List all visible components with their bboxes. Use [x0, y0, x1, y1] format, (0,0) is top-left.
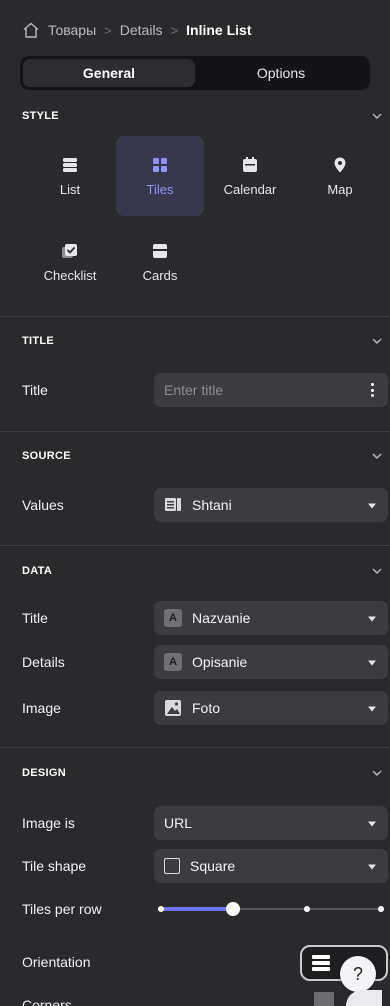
style-option-label: Checklist	[43, 267, 97, 283]
caret-down-icon	[368, 660, 376, 666]
tiles-per-row-label: Tiles per row	[22, 901, 102, 917]
style-option-label: Calendar	[223, 181, 277, 197]
tile-shape-select[interactable]: Square	[154, 849, 388, 883]
section-title: STYLE	[22, 110, 59, 122]
table-icon	[164, 496, 182, 514]
slider-step-dot	[158, 906, 164, 912]
chevron-right-icon: >	[104, 22, 112, 38]
style-option-list[interactable]: List	[26, 136, 114, 216]
data-section-header[interactable]: DATA	[0, 559, 390, 583]
data-title-value: Nazvanie	[192, 610, 251, 626]
divider	[0, 316, 390, 317]
title-section-header[interactable]: TITLE	[0, 329, 390, 353]
section-title: DESIGN	[22, 767, 66, 779]
tab-options[interactable]: Options	[195, 59, 367, 87]
chevron-down-icon	[372, 113, 382, 119]
map-pin-icon	[334, 157, 346, 172]
home-icon[interactable]	[22, 21, 40, 39]
chevron-down-icon	[372, 770, 382, 776]
image-is-value: URL	[164, 815, 193, 831]
image-icon	[164, 699, 182, 717]
design-section-header[interactable]: DESIGN	[0, 761, 390, 785]
image-is-label: Image is	[22, 815, 75, 831]
divider	[0, 431, 390, 432]
divider	[0, 545, 390, 546]
breadcrumb: Товары > Details > Inline List	[0, 0, 390, 60]
list-icon	[63, 157, 77, 172]
style-option-calendar[interactable]: Calendar	[206, 136, 294, 216]
data-details-select[interactable]: A Opisanie	[154, 645, 388, 679]
section-title: DATA	[22, 565, 53, 577]
tab-bar: General Options	[20, 56, 370, 90]
tiles-icon	[153, 157, 167, 172]
caret-down-icon	[368, 821, 376, 827]
style-option-checklist[interactable]: Checklist	[26, 222, 114, 302]
slider-step-dot	[304, 906, 310, 912]
slider-step-dot	[378, 906, 384, 912]
slider-thumb[interactable]	[226, 902, 240, 916]
title-input[interactable]: Enter title	[154, 373, 388, 407]
corners-label: Corners	[22, 997, 72, 1006]
style-option-tiles[interactable]: Tiles	[116, 136, 204, 216]
orientation-label: Orientation	[22, 954, 91, 970]
more-options-icon[interactable]	[370, 383, 374, 397]
style-option-label: List	[59, 181, 81, 197]
values-select[interactable]: Shtani	[154, 488, 388, 522]
help-button[interactable]: ?	[340, 956, 376, 992]
breadcrumb-current: Inline List	[186, 22, 252, 38]
values-label: Values	[22, 497, 64, 513]
tab-general[interactable]: General	[23, 59, 195, 87]
data-image-select[interactable]: Foto	[154, 691, 388, 725]
source-section-header[interactable]: SOURCE	[0, 444, 390, 468]
caret-down-icon	[368, 864, 376, 870]
calendar-icon	[243, 156, 257, 172]
tile-shape-label: Tile shape	[22, 858, 87, 874]
section-title: TITLE	[22, 335, 55, 347]
corners-square-option[interactable]	[314, 992, 334, 1006]
slider-fill	[158, 907, 233, 911]
title-label: Title	[22, 382, 48, 398]
tiles-per-row-slider[interactable]	[158, 900, 384, 918]
breadcrumb-item[interactable]: Details	[120, 22, 163, 38]
style-option-label: Cards	[142, 267, 178, 283]
title-placeholder: Enter title	[164, 382, 224, 398]
divider	[0, 747, 390, 748]
text-type-icon: A	[164, 653, 182, 671]
style-option-map[interactable]: Map	[296, 136, 384, 216]
data-title-select[interactable]: A Nazvanie	[154, 601, 388, 635]
style-option-label: Tiles	[146, 181, 174, 197]
chevron-down-icon	[372, 338, 382, 344]
corners-rounded-option[interactable]	[346, 990, 382, 1006]
values-value: Shtani	[192, 497, 232, 513]
caret-down-icon	[368, 706, 376, 712]
text-type-icon: A	[164, 609, 182, 627]
breadcrumb-item[interactable]: Товары	[48, 22, 96, 38]
data-image-value: Foto	[192, 700, 221, 716]
data-title-label: Title	[22, 610, 48, 626]
caret-down-icon	[368, 616, 376, 622]
data-image-label: Image	[22, 700, 61, 716]
chevron-down-icon	[372, 453, 382, 459]
cards-icon	[153, 243, 167, 258]
chevron-down-icon	[372, 568, 382, 574]
rows-icon	[312, 955, 330, 971]
section-title: SOURCE	[22, 450, 71, 462]
image-is-select[interactable]: URL	[154, 806, 388, 840]
caret-down-icon	[368, 503, 376, 509]
data-details-value: Opisanie	[192, 654, 248, 670]
checklist-icon	[62, 243, 77, 258]
chevron-right-icon: >	[170, 22, 179, 38]
style-section-header[interactable]: STYLE	[0, 104, 390, 128]
square-icon	[164, 858, 180, 874]
tile-shape-value: Square	[190, 858, 236, 874]
style-option-cards[interactable]: Cards	[116, 222, 204, 302]
style-option-label: Map	[327, 181, 353, 197]
data-details-label: Details	[22, 654, 65, 670]
